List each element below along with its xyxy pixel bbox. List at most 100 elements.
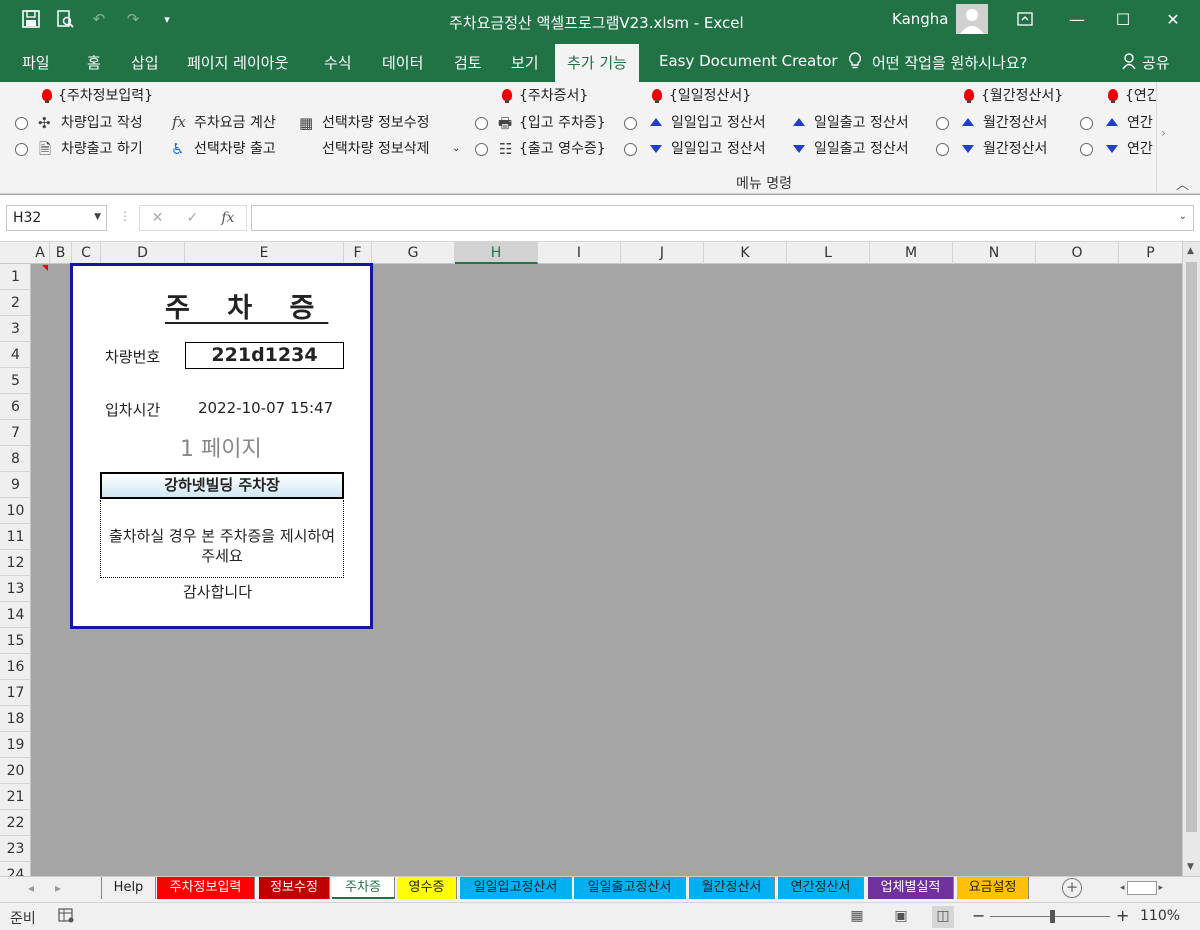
btn-annual-down[interactable]: 연간 bbox=[1127, 140, 1153, 158]
tab-page-layout[interactable]: 페이지 레이아웃 bbox=[187, 52, 288, 73]
row-header[interactable]: 1 bbox=[0, 264, 30, 290]
drag-handle-icon[interactable]: ⋮ bbox=[119, 209, 131, 223]
zoom-level[interactable]: 110% bbox=[1140, 908, 1180, 924]
minimize-icon[interactable]: — bbox=[1064, 8, 1090, 30]
sheet-tab-monthly[interactable]: 월간정산서 bbox=[689, 877, 775, 899]
radio-icon[interactable] bbox=[15, 143, 28, 156]
chevron-down-icon[interactable]: ▼ bbox=[94, 212, 101, 222]
btn-exit-receipt[interactable]: {출고 영수증} bbox=[519, 140, 606, 158]
radio-icon[interactable] bbox=[1080, 143, 1093, 156]
save-icon[interactable] bbox=[20, 8, 42, 30]
page-break-view-icon[interactable]: ◫ bbox=[932, 906, 954, 928]
row-header[interactable]: 5 bbox=[0, 368, 30, 394]
column-header[interactable]: P bbox=[1119, 242, 1182, 264]
avatar[interactable] bbox=[956, 4, 988, 34]
tab-easy-document-creator[interactable]: Easy Document Creator bbox=[659, 52, 838, 70]
scroll-thumb[interactable] bbox=[1186, 262, 1197, 832]
btn-vehicle-exit[interactable]: 차량출고 하기 bbox=[61, 140, 143, 158]
page-layout-view-icon[interactable]: ▣ bbox=[890, 906, 912, 928]
scroll-left-icon[interactable]: ◂ bbox=[1120, 883, 1125, 893]
btn-daily-in-down[interactable]: 일일입고 정산서 bbox=[671, 140, 766, 158]
sheet-tab-company-results[interactable]: 업체별실적 bbox=[868, 877, 954, 899]
row-header[interactable]: 23 bbox=[0, 836, 30, 862]
print-preview-icon[interactable] bbox=[54, 8, 76, 30]
scroll-thumb[interactable] bbox=[1126, 881, 1157, 895]
btn-entry-ticket[interactable]: {입고 주차증} bbox=[519, 114, 606, 132]
name-box[interactable]: H32 ▼ bbox=[6, 205, 107, 231]
entry-time-value[interactable]: 2022-10-07 15:47 bbox=[198, 399, 333, 417]
tab-review[interactable]: 검토 bbox=[454, 52, 482, 73]
btn-delete-vehicle[interactable]: 선택차량 정보삭제 bbox=[322, 140, 430, 158]
btn-annual-up[interactable]: 연간 bbox=[1127, 114, 1153, 132]
column-header[interactable]: G bbox=[372, 242, 455, 264]
btn-monthly-down[interactable]: 월간정산서 bbox=[983, 140, 1047, 158]
row-header[interactable]: 4 bbox=[0, 342, 30, 368]
tab-formulas[interactable]: 수식 bbox=[324, 52, 352, 73]
tab-insert[interactable]: 삽입 bbox=[131, 52, 159, 73]
scroll-up-icon[interactable]: ▲ bbox=[1187, 246, 1194, 256]
radio-icon[interactable] bbox=[624, 117, 637, 130]
cancel-icon[interactable]: ✕ bbox=[152, 210, 164, 226]
btn-calc-fee[interactable]: 주차요금 계산 bbox=[194, 114, 276, 132]
row-header[interactable]: 6 bbox=[0, 394, 30, 420]
ribbon-scroll-right[interactable]: › bbox=[1156, 82, 1170, 194]
next-sheet-icon[interactable]: ▸ bbox=[55, 881, 61, 895]
sheet-tab-help[interactable]: Help bbox=[101, 877, 156, 899]
row-header[interactable]: 12 bbox=[0, 550, 30, 576]
prev-sheet-icon[interactable]: ◂ bbox=[28, 881, 34, 895]
column-header[interactable]: B bbox=[50, 242, 72, 264]
macro-record-icon[interactable] bbox=[58, 907, 74, 927]
btn-daily-out-down[interactable]: 일일출고 정산서 bbox=[814, 140, 909, 158]
column-header[interactable]: L bbox=[787, 242, 870, 264]
add-sheet-icon[interactable]: + bbox=[1062, 878, 1082, 898]
column-header[interactable]: N bbox=[953, 242, 1036, 264]
sheet-tab-daily-in[interactable]: 일일입고정산서 bbox=[460, 877, 572, 899]
btn-daily-out-up[interactable]: 일일출고 정산서 bbox=[814, 114, 909, 132]
sheet-tab-parking-input[interactable]: 주차정보입력 bbox=[157, 877, 255, 899]
radio-icon[interactable] bbox=[15, 117, 28, 130]
horizontal-scrollbar[interactable]: ◂ ▸ bbox=[1120, 880, 1180, 896]
scroll-right-icon[interactable]: ▸ bbox=[1159, 883, 1164, 893]
row-header[interactable]: 22 bbox=[0, 810, 30, 836]
row-header[interactable]: 7 bbox=[0, 420, 30, 446]
ribbon-display-options-icon[interactable] bbox=[1012, 8, 1038, 30]
row-header[interactable]: 10 bbox=[0, 498, 30, 524]
vehicle-number-value[interactable]: 221d1234 bbox=[185, 342, 344, 369]
row-header[interactable]: 8 bbox=[0, 446, 30, 472]
column-header[interactable]: O bbox=[1036, 242, 1119, 264]
chevron-down-icon[interactable]: ⌄ bbox=[452, 140, 460, 158]
row-header[interactable]: 9 bbox=[0, 472, 30, 498]
zoom-slider-thumb[interactable] bbox=[1050, 910, 1055, 923]
sheet-tab-annual[interactable]: 연간정산서 bbox=[778, 877, 864, 899]
sheet-tab-edit-info[interactable]: 정보수정 bbox=[259, 877, 330, 899]
scroll-down-icon[interactable]: ▼ bbox=[1187, 862, 1194, 872]
column-header[interactable]: C bbox=[72, 242, 101, 264]
column-header-selected[interactable]: H bbox=[455, 242, 538, 264]
row-header[interactable]: 2 bbox=[0, 290, 30, 316]
tab-view[interactable]: 보기 bbox=[511, 52, 539, 73]
tell-me-search[interactable]: 어떤 작업을 원하시나요? bbox=[848, 52, 1028, 74]
btn-daily-in-up[interactable]: 일일입고 정산서 bbox=[671, 114, 766, 132]
column-header[interactable]: F bbox=[344, 242, 372, 264]
sheet-tab-receipt[interactable]: 영수증 bbox=[397, 877, 457, 899]
row-header[interactable]: 17 bbox=[0, 680, 30, 706]
radio-icon[interactable] bbox=[475, 143, 488, 156]
zoom-out-icon[interactable]: − bbox=[972, 906, 985, 925]
row-header[interactable]: 24 bbox=[0, 862, 30, 876]
row-header[interactable]: 16 bbox=[0, 654, 30, 680]
undo-icon[interactable]: ↶ bbox=[88, 8, 110, 30]
tab-data[interactable]: 데이터 bbox=[382, 52, 423, 73]
tab-file[interactable]: 파일 bbox=[22, 52, 50, 73]
column-header[interactable]: D bbox=[101, 242, 185, 264]
tab-add-ins[interactable]: 추가 기능 bbox=[555, 44, 639, 82]
radio-icon[interactable] bbox=[1080, 117, 1093, 130]
btn-edit-vehicle[interactable]: 선택차량 정보수정 bbox=[322, 114, 430, 132]
column-header[interactable]: J bbox=[621, 242, 704, 264]
enter-icon[interactable]: ✓ bbox=[186, 210, 198, 226]
user-name[interactable]: Kangha bbox=[892, 10, 949, 28]
row-header[interactable]: 21 bbox=[0, 784, 30, 810]
row-header[interactable]: 15 bbox=[0, 628, 30, 654]
zoom-in-icon[interactable]: + bbox=[1116, 906, 1129, 925]
row-header[interactable]: 14 bbox=[0, 602, 30, 628]
radio-icon[interactable] bbox=[936, 143, 949, 156]
